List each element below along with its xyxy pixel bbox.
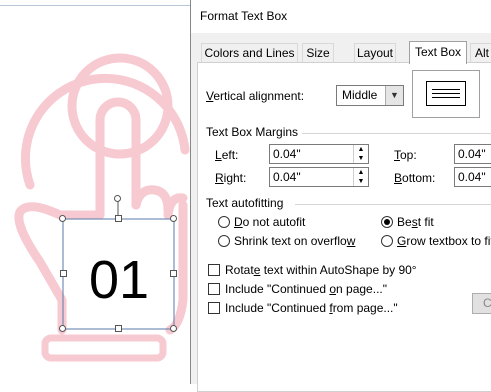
vertical-alignment-value: Middle	[342, 88, 378, 102]
continued-from-page-label[interactable]: Include "Continued from page..."	[225, 301, 398, 315]
textbox-content[interactable]: 01	[64, 250, 174, 310]
margins-heading: Text Box Margins	[206, 125, 299, 139]
continued-on-page-label[interactable]: Include "Continued on page..."	[225, 282, 387, 296]
best-fit-label[interactable]: Best fit	[397, 215, 434, 229]
resize-handle-top[interactable]	[115, 215, 122, 222]
chevron-down-icon[interactable]: ▼	[385, 86, 403, 105]
tab-size[interactable]: Size	[302, 43, 334, 63]
resize-handle-top-right[interactable]	[170, 215, 177, 222]
grow-textbox-label[interactable]: Grow textbox to fit	[397, 234, 491, 248]
right-margin-spinner[interactable]: 0.04" ▲ ▼	[269, 167, 369, 187]
autofit-heading: Text autofitting	[206, 196, 284, 210]
top-margin-spinner[interactable]: 0.04"	[454, 144, 491, 164]
grow-textbox-radio[interactable]	[381, 235, 393, 247]
top-margin-label: Top:	[394, 148, 417, 162]
dialog-titlebar[interactable]: Format Text Box	[191, 0, 491, 33]
text-box-tab-panel: Vertical alignment: Middle ▼ Text Box Ma…	[197, 62, 491, 392]
top-margin-value: 0.04"	[458, 147, 486, 161]
tab-alt-text[interactable]: Alt	[470, 43, 491, 63]
bottom-margin-spinner[interactable]: 0.04"	[454, 167, 491, 187]
resize-handle-bottom[interactable]	[115, 325, 122, 332]
vertical-alignment-label: Vertical alignment:	[206, 89, 305, 103]
tap-hand-icon	[14, 53, 190, 362]
spin-down-icon[interactable]: ▼	[354, 154, 368, 163]
do-not-autofit-radio[interactable]	[218, 216, 230, 228]
document-canvas: 01	[0, 0, 193, 384]
resize-handle-top-left[interactable]	[59, 215, 66, 222]
alignment-preview	[412, 70, 480, 118]
do-not-autofit-label[interactable]: Do not autofit	[234, 215, 305, 229]
rotation-handle[interactable]	[114, 195, 121, 202]
left-margin-label: Left:	[215, 148, 239, 162]
right-margin-value: 0.04"	[273, 170, 301, 184]
spin-down-icon[interactable]: ▼	[354, 177, 368, 186]
rotate-text-checkbox[interactable]	[208, 264, 220, 276]
continued-from-page-checkbox[interactable]	[208, 302, 220, 314]
preview-box-icon	[426, 81, 466, 106]
rotate-text-label[interactable]: Rotate text within AutoShape by 90°	[225, 263, 417, 277]
bottom-margin-label: Bottom:	[394, 171, 436, 185]
shrink-on-overflow-label[interactable]: Shrink text on overflow	[234, 234, 355, 248]
convert-button[interactable]: C	[472, 293, 491, 314]
tab-text-box[interactable]: Text Box	[409, 41, 467, 64]
bottom-margin-value: 0.04"	[458, 170, 486, 184]
autofit-divider	[295, 204, 491, 205]
resize-handle-bottom-left[interactable]	[59, 325, 66, 332]
right-margin-label: Right:	[215, 171, 247, 185]
left-margin-value: 0.04"	[273, 147, 301, 161]
continued-on-page-checkbox[interactable]	[208, 283, 220, 295]
margins-divider	[302, 133, 491, 134]
format-text-box-dialog: Format Text Box Colors and Lines Size La…	[190, 0, 491, 392]
tab-colors-and-lines[interactable]: Colors and Lines	[201, 43, 298, 63]
spin-up-icon[interactable]: ▲	[354, 168, 368, 177]
shrink-on-overflow-radio[interactable]	[218, 235, 230, 247]
resize-handle-bottom-right[interactable]	[170, 325, 177, 332]
vertical-alignment-select[interactable]: Middle ▼	[336, 85, 404, 106]
spin-up-icon[interactable]: ▲	[354, 145, 368, 154]
tab-layout[interactable]: Layout	[354, 43, 396, 63]
tab-strip: Colors and Lines Size Layout Text Box Al…	[191, 41, 491, 64]
dialog-title: Format Text Box	[200, 9, 288, 23]
left-margin-spinner[interactable]: 0.04" ▲ ▼	[269, 144, 369, 164]
best-fit-radio[interactable]	[381, 216, 393, 228]
